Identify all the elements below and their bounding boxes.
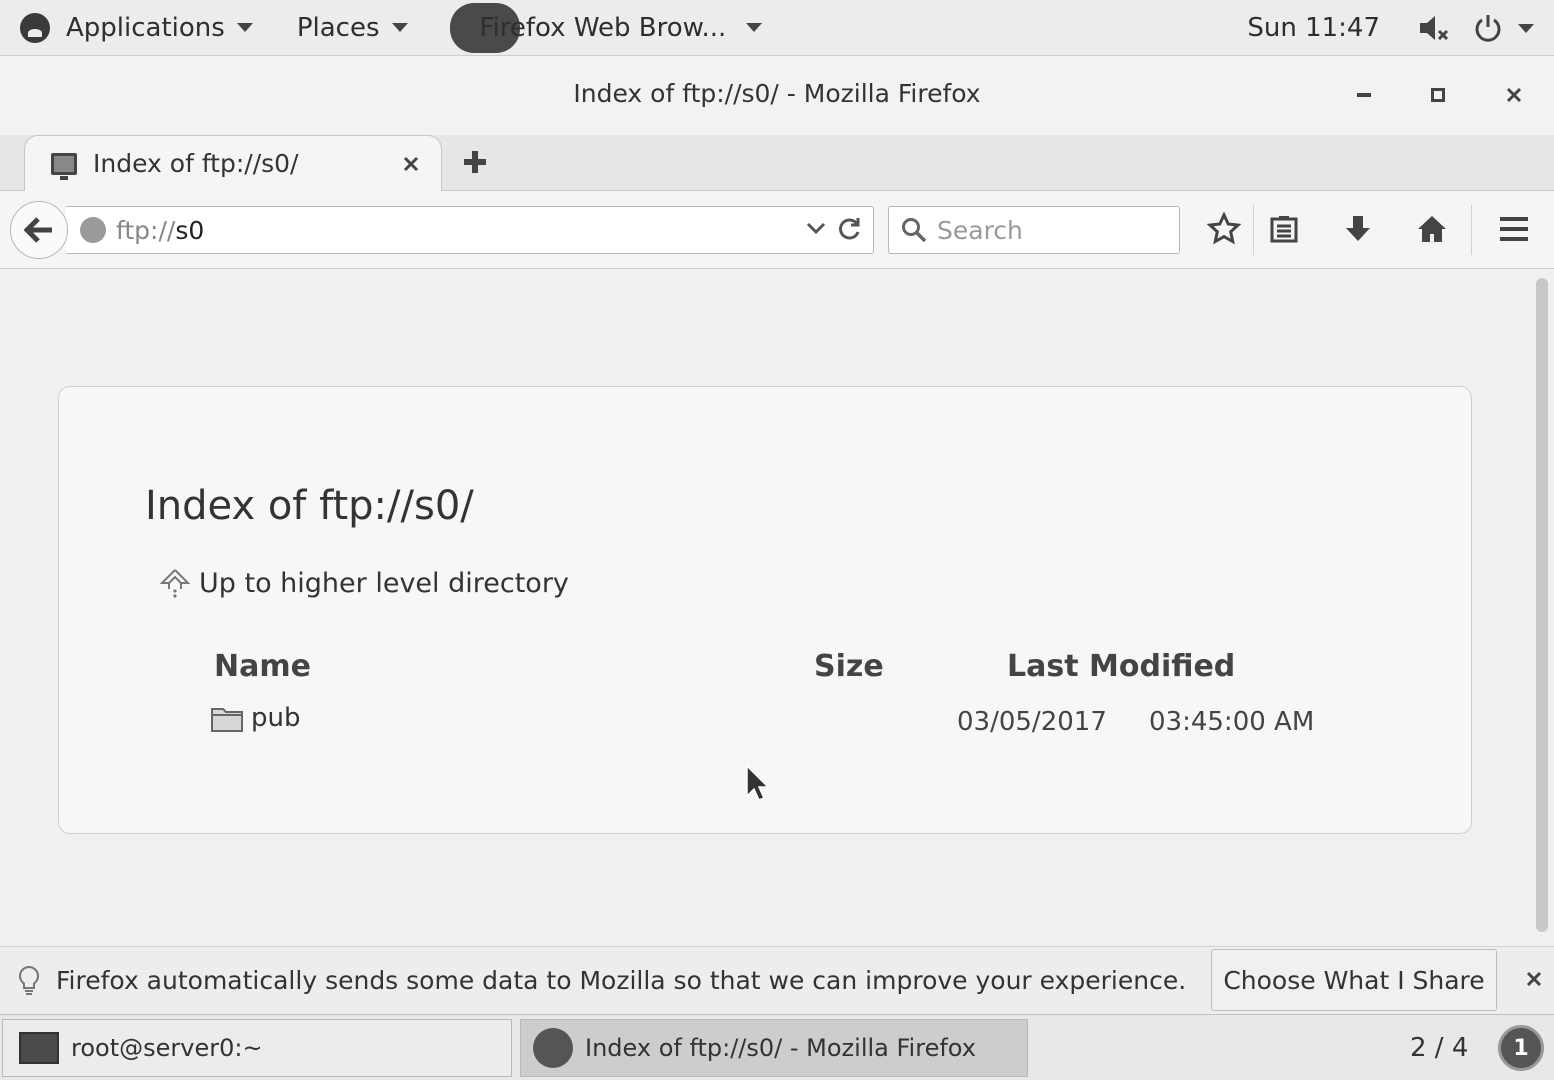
workspace-indicator[interactable]: 2 / 4 <box>1410 1033 1468 1063</box>
maximize-button[interactable] <box>1418 77 1458 113</box>
minimize-button[interactable] <box>1344 77 1384 113</box>
taskbar-item-firefox[interactable]: Index of ftp://s0/ - Mozilla Firefox <box>520 1019 1028 1077</box>
gnome-top-bar: Applications Places Firefox Web Brow... … <box>0 0 1554 56</box>
bottom-taskbar: root@server0:~ Index of ftp://s0/ - Mozi… <box>0 1014 1554 1080</box>
url-bar[interactable]: ftp://s0 <box>66 206 874 254</box>
chevron-down-icon <box>391 23 408 32</box>
gnome-foot-icon <box>20 12 50 43</box>
column-header-size[interactable]: Size <box>814 649 884 684</box>
url-history-chevron-icon[interactable] <box>805 217 827 243</box>
folder-icon <box>211 705 243 732</box>
toolbar-separator <box>1253 205 1254 255</box>
close-notification-icon[interactable] <box>1526 965 1542 993</box>
column-header-name[interactable]: Name <box>214 649 311 684</box>
window-title: Index of ftp://s0/ - Mozilla Firefox <box>573 79 981 108</box>
file-modified-time: 03:45:00 AM <box>1149 707 1315 737</box>
up-directory-label: Up to higher level directory <box>199 567 569 599</box>
volume-muted-icon[interactable] <box>1414 8 1454 48</box>
notification-text: Firefox automatically sends some data to… <box>56 966 1187 995</box>
page-content: Index of ftp://s0/ Up to higher level di… <box>0 270 1554 946</box>
tab-index-of-ftp[interactable]: Index of ftp://s0/ <box>24 135 442 191</box>
page-title: Index of ftp://s0/ <box>145 483 474 529</box>
vertical-scrollbar[interactable] <box>1536 278 1548 932</box>
computer-icon <box>51 152 77 180</box>
bookmark-star-icon[interactable] <box>1204 209 1244 249</box>
close-tab-icon[interactable] <box>403 150 419 178</box>
chevron-down-icon[interactable] <box>1518 23 1534 33</box>
download-icon[interactable] <box>1338 209 1378 249</box>
up-directory-link[interactable]: Up to higher level directory <box>159 567 569 599</box>
back-button[interactable] <box>10 201 68 259</box>
chevron-down-icon <box>236 23 253 32</box>
taskbar-item-terminal[interactable]: root@server0:~ <box>2 1019 512 1077</box>
globe-icon <box>80 217 106 243</box>
bookmarks-list-icon[interactable] <box>1264 209 1304 249</box>
close-window-button[interactable] <box>1494 77 1534 113</box>
terminal-icon <box>19 1032 59 1064</box>
lightbulb-icon <box>16 965 42 997</box>
places-menu[interactable]: Places <box>285 0 420 56</box>
app-menu[interactable]: Firefox Web Brow... <box>426 0 775 56</box>
taskbar-item-label: root@server0:~ <box>71 1034 263 1062</box>
choose-what-i-share-button[interactable]: Choose What I Share <box>1211 949 1497 1011</box>
toolbar-separator <box>1471 205 1472 255</box>
places-label: Places <box>296 12 380 43</box>
url-text[interactable]: ftp://s0 <box>116 216 204 245</box>
home-icon[interactable] <box>1412 209 1452 249</box>
search-placeholder: Search <box>937 215 1023 245</box>
window-titlebar: Index of ftp://s0/ - Mozilla Firefox <box>0 57 1554 135</box>
notification-bar: Firefox automatically sends some data to… <box>0 946 1554 1014</box>
app-menu-label: Firefox Web Brow... <box>479 12 727 43</box>
column-header-last-modified[interactable]: Last Modified <box>1007 649 1235 684</box>
url-host: s0 <box>175 215 205 245</box>
nav-toolbar: ftp://s0 Search <box>0 191 1554 269</box>
applications-menu[interactable]: Applications <box>0 0 265 56</box>
arrow-left-icon <box>24 217 52 243</box>
notification-count: 1 <box>1513 1035 1529 1061</box>
up-arrow-icon <box>159 567 191 599</box>
applications-label: Applications <box>66 12 225 43</box>
mouse-pointer-icon <box>745 764 770 806</box>
url-scheme: ftp:// <box>116 215 176 245</box>
hamburger-menu-icon[interactable] <box>1494 209 1534 249</box>
taskbar-item-label: Index of ftp://s0/ - Mozilla Firefox <box>585 1034 976 1062</box>
reload-icon[interactable] <box>837 216 863 246</box>
file-modified-date: 03/05/2017 <box>957 707 1107 737</box>
file-name-link[interactable]: pub <box>251 703 301 733</box>
search-icon <box>901 217 927 243</box>
message-tray-button[interactable]: 1 <box>1498 1025 1544 1071</box>
new-tab-button[interactable] <box>458 145 492 179</box>
power-icon[interactable] <box>1468 8 1508 48</box>
tab-title: Index of ftp://s0/ <box>93 149 299 178</box>
firefox-icon <box>533 1028 573 1068</box>
clock[interactable]: Sun 11:47 <box>1247 13 1380 43</box>
tab-strip: Index of ftp://s0/ <box>0 135 1554 191</box>
list-item[interactable]: pub <box>211 703 301 733</box>
search-bar[interactable]: Search <box>888 206 1180 254</box>
chevron-down-icon <box>746 23 763 32</box>
